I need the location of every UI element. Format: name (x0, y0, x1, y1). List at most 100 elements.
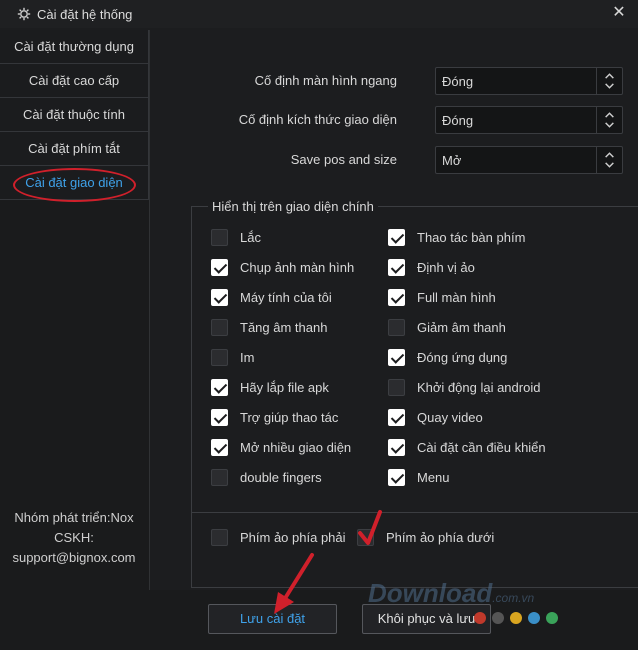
group-divider (192, 512, 638, 513)
checkbox[interactable] (211, 318, 228, 336)
checkbox[interactable] (211, 438, 228, 456)
checkbox[interactable] (388, 258, 405, 276)
checkbox[interactable] (388, 348, 405, 366)
option-install-apk[interactable]: Hãy lắp file apk (211, 377, 329, 397)
checkbox[interactable] (211, 348, 228, 366)
close-button[interactable]: ✕ (610, 4, 628, 22)
option-screenshot[interactable]: Chụp ảnh màn hình (211, 257, 354, 277)
support-label: CSKH: (54, 530, 94, 545)
sidebar: Cài đặt thường dụng Cài đặt cao cấp Cài … (0, 30, 150, 590)
option-my-computer[interactable]: Máy tính của tôi (211, 287, 332, 307)
support-info: Nhóm phát triển:Nox CSKH: support@bignox… (0, 508, 148, 568)
option-keyboard[interactable]: Thao tác bàn phím (388, 227, 525, 247)
checkbox[interactable] (357, 528, 374, 546)
landscape-select[interactable]: Đóng (435, 67, 623, 95)
option-label: Đóng ứng dụng (417, 349, 508, 365)
sidebar-item-shortcuts[interactable]: Cài đặt phím tắt (0, 132, 149, 166)
checkbox[interactable] (211, 258, 228, 276)
option-fullscreen[interactable]: Full màn hình (388, 287, 496, 307)
option-reboot-android[interactable]: Khởi động lại android (388, 377, 540, 397)
checkbox[interactable] (388, 408, 405, 426)
option-virtual-keys-right[interactable]: Phím ảo phía phải (211, 527, 346, 547)
option-virtual-keys-bottom[interactable]: Phím ảo phía dưới (357, 527, 494, 547)
sidebar-item-properties[interactable]: Cài đặt thuộc tính (0, 98, 149, 132)
save-button-label: Lưu cài đặt (239, 611, 306, 626)
checkbox[interactable] (388, 228, 405, 246)
option-label: Khởi động lại android (417, 379, 541, 395)
checkbox[interactable] (211, 228, 228, 246)
sidebar-item-interface[interactable]: Cài đặt giao diện (0, 166, 149, 202)
watermark-dot (474, 612, 486, 624)
title-bar: Cài đặt hệ thống ✕ (0, 0, 638, 28)
select-value: Đóng (442, 74, 474, 89)
sidebar-item-label: Cài đặt phím tắt (28, 141, 120, 156)
chevron-updown-icon (596, 147, 614, 173)
option-multi-instance[interactable]: Mở nhiều giao diện (211, 437, 351, 457)
chevron-updown-icon (596, 68, 614, 94)
option-label: Máy tính của tôi (240, 289, 332, 305)
option-record-video[interactable]: Quay video (388, 407, 483, 427)
option-double-fingers[interactable]: double fingers (211, 467, 322, 487)
developer-text: Nhóm phát triển:Nox (14, 510, 134, 525)
option-close-app[interactable]: Đóng ứng dụng (388, 347, 507, 367)
main-panel: Cố định màn hình ngang Đóng Cố định kích… (151, 30, 638, 590)
watermark-text: Download (368, 578, 493, 608)
sidebar-item-label: Cài đặt thường dụng (14, 39, 134, 54)
option-label: Quay video (417, 409, 483, 425)
checkbox[interactable] (388, 468, 405, 486)
save-pos-select[interactable]: Mở (435, 146, 623, 174)
option-volume-up[interactable]: Tăng âm thanh (211, 317, 327, 337)
fixed-size-select[interactable]: Đóng (435, 106, 623, 134)
restore-button-label: Khôi phục và lưu (377, 611, 476, 626)
option-label: Giảm âm thanh (417, 319, 506, 335)
option-label: Hãy lắp file apk (240, 379, 329, 395)
option-help[interactable]: Trợ giúp thao tác (211, 407, 338, 427)
select-value: Đóng (442, 113, 474, 128)
setting-label: Save pos and size (290, 152, 397, 167)
sidebar-item-general[interactable]: Cài đặt thường dụng (0, 30, 149, 64)
checkbox[interactable] (388, 378, 405, 396)
sidebar-item-label: Cài đặt cao cấp (28, 73, 120, 88)
download-watermark: Download.com.vn (368, 578, 534, 609)
checkbox[interactable] (211, 408, 228, 426)
watermark-dot (492, 612, 504, 624)
group-title: Hiển thị trên giao diện chính (208, 199, 378, 214)
display-options-group: Hiển thị trên giao diện chính Lắc Chụp ả… (191, 199, 638, 588)
watermark-dots (474, 612, 558, 624)
setting-row-fixed-size: Cố định kích thức giao diện Đóng (151, 106, 638, 134)
option-label: Im (240, 349, 255, 365)
support-email: support@bignox.com (12, 550, 136, 565)
option-virtual-location[interactable]: Định vị ảo (388, 257, 475, 277)
save-button[interactable]: Lưu cài đặt (208, 604, 337, 634)
checkbox[interactable] (211, 468, 228, 486)
sidebar-item-advanced[interactable]: Cài đặt cao cấp (0, 64, 149, 98)
option-label: Tăng âm thanh (240, 319, 328, 335)
setting-label: Cố định kích thức giao diện (238, 112, 397, 127)
option-lac[interactable]: Lắc (211, 227, 261, 247)
option-menu[interactable]: Menu (388, 467, 450, 487)
checkbox[interactable] (211, 528, 228, 546)
option-mute[interactable]: Im (211, 347, 254, 367)
option-label: Cài đặt cần điều khiển (417, 439, 546, 455)
checkbox[interactable] (211, 378, 228, 396)
option-controller[interactable]: Cài đặt cần điều khiển (388, 437, 546, 457)
window-title: Cài đặt hệ thống (37, 6, 133, 22)
setting-row-save-pos: Save pos and size Mở (151, 146, 638, 174)
option-label: Menu (417, 469, 450, 485)
option-label: Trợ giúp thao tác (240, 409, 339, 425)
setting-label: Cố định màn hình ngang (254, 73, 397, 88)
select-value: Mở (442, 153, 462, 168)
option-volume-down[interactable]: Giảm âm thanh (388, 317, 506, 337)
checkbox[interactable] (388, 438, 405, 456)
setting-row-landscape: Cố định màn hình ngang Đóng (151, 67, 638, 95)
checkbox[interactable] (211, 288, 228, 306)
gear-icon (17, 7, 31, 21)
option-label: Thao tác bàn phím (417, 229, 526, 245)
watermark-dot (528, 612, 540, 624)
checkbox[interactable] (388, 318, 405, 336)
option-label: double fingers (240, 469, 322, 485)
option-label: Phím ảo phía phải (240, 529, 346, 545)
checkbox[interactable] (388, 288, 405, 306)
watermark-suffix: .com.vn (492, 591, 535, 605)
sidebar-item-label: Cài đặt thuộc tính (23, 107, 125, 122)
